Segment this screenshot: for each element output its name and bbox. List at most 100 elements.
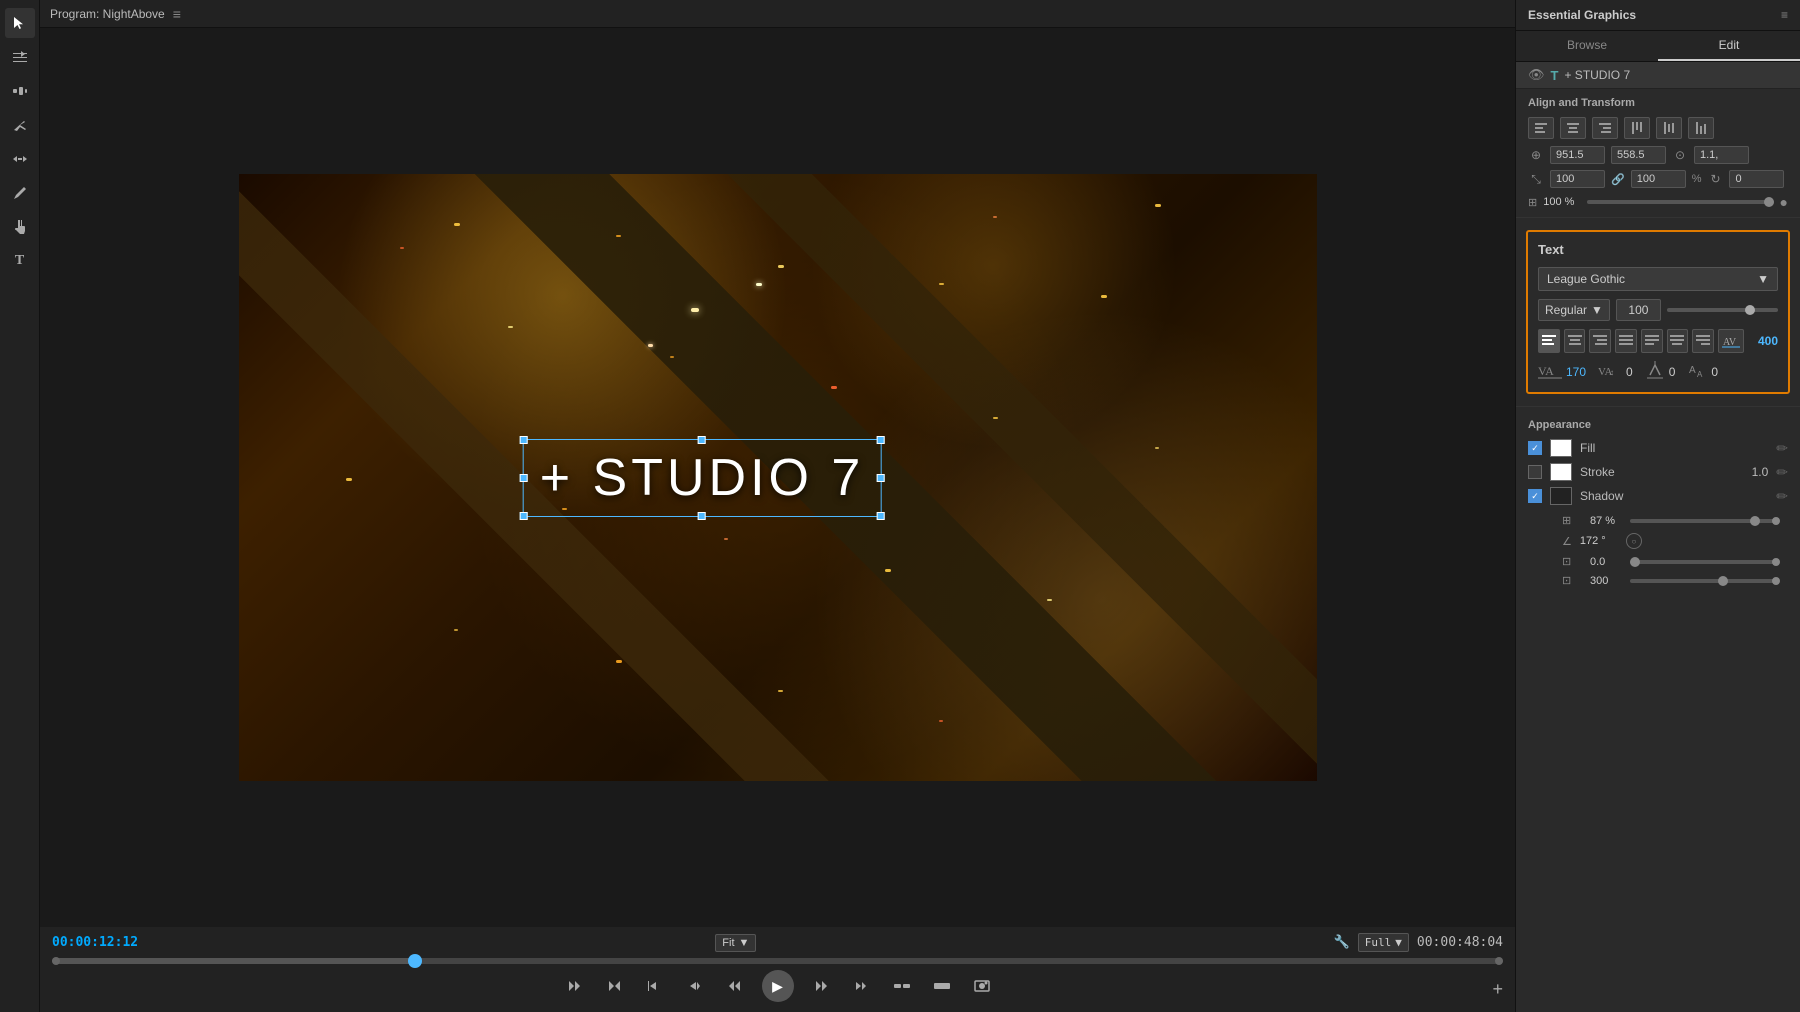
shadow-color-swatch[interactable] bbox=[1550, 487, 1572, 505]
fill-edit-icon[interactable]: ✏ bbox=[1776, 440, 1788, 457]
select-tool[interactable] bbox=[5, 8, 35, 38]
mark-in-clip-btn[interactable] bbox=[642, 974, 666, 998]
justify-right-btn[interactable] bbox=[1692, 329, 1714, 353]
align-center-text-btn[interactable] bbox=[1564, 329, 1586, 353]
align-right-btn[interactable] bbox=[1592, 117, 1618, 139]
position-x-input[interactable]: 951.5 bbox=[1550, 146, 1605, 164]
text-tool[interactable]: T bbox=[5, 246, 35, 276]
export-frame-btn[interactable] bbox=[970, 974, 994, 998]
font-family-value: League Gothic bbox=[1547, 272, 1625, 286]
shadow-distance-slider[interactable] bbox=[1630, 560, 1776, 564]
shadow-opacity-slider[interactable] bbox=[1630, 519, 1776, 523]
fill-color-swatch[interactable] bbox=[1550, 439, 1572, 457]
justify-text-btn[interactable] bbox=[1615, 329, 1637, 353]
pen-tool[interactable] bbox=[5, 178, 35, 208]
justify-center-btn[interactable] bbox=[1667, 329, 1689, 353]
shadow-size-slider[interactable] bbox=[1630, 579, 1776, 583]
panel-menu-icon[interactable]: ≡ bbox=[1781, 8, 1788, 22]
handle-tm[interactable] bbox=[698, 436, 706, 444]
go-to-in-btn[interactable] bbox=[682, 974, 706, 998]
font-size-slider[interactable] bbox=[1667, 308, 1778, 312]
handle-br[interactable] bbox=[876, 512, 884, 520]
font-size-thumb[interactable] bbox=[1745, 305, 1755, 315]
layer-item[interactable]: 👁 T + STUDIO 7 bbox=[1516, 62, 1800, 89]
mark-in-btn[interactable] bbox=[562, 974, 586, 998]
opacity-thumb[interactable] bbox=[1764, 197, 1774, 207]
stroke-row: Stroke 1.0 ✏ bbox=[1528, 463, 1788, 481]
ripple-tool[interactable] bbox=[5, 76, 35, 106]
play-btn[interactable]: ▶ bbox=[762, 970, 794, 1002]
align-center-h-btn[interactable] bbox=[1560, 117, 1586, 139]
position-row: ⊕ 951.5 558.5 ⊙ 1.1, bbox=[1516, 143, 1800, 167]
razor-tool[interactable] bbox=[5, 110, 35, 140]
rotation-input[interactable]: 0 bbox=[1729, 170, 1784, 188]
shadow-size-icon: ⊡ bbox=[1562, 574, 1582, 587]
settings-icon[interactable]: 🔧 bbox=[1334, 935, 1350, 950]
go-to-out-btn[interactable] bbox=[850, 974, 874, 998]
handle-bm[interactable] bbox=[698, 512, 706, 520]
add-button[interactable]: + bbox=[1492, 979, 1503, 1000]
stroke-edit-icon[interactable]: ✏ bbox=[1776, 464, 1788, 481]
handle-tl[interactable] bbox=[520, 436, 528, 444]
monitor-menu-icon[interactable]: ≡ bbox=[173, 6, 181, 22]
justify-left-btn[interactable] bbox=[1641, 329, 1663, 353]
angle-dial-icon[interactable]: ○ bbox=[1626, 533, 1642, 549]
full-dropdown[interactable]: Full ▼ bbox=[1358, 933, 1409, 952]
align-left-btn[interactable] bbox=[1528, 117, 1554, 139]
stroke-checkbox[interactable] bbox=[1528, 465, 1542, 479]
playback-buttons: ▶ bbox=[40, 966, 1515, 1008]
kerning-pairs-value[interactable]: 0 bbox=[1626, 365, 1633, 379]
font-style-dropdown[interactable]: Regular ▼ bbox=[1538, 299, 1610, 321]
kerning-value[interactable]: 170 bbox=[1566, 365, 1586, 379]
align-center-v-btn[interactable] bbox=[1656, 117, 1682, 139]
anchor-x-input[interactable]: 1.1, bbox=[1694, 146, 1749, 164]
position-y-input[interactable]: 558.5 bbox=[1611, 146, 1666, 164]
tracking-value[interactable]: 400 bbox=[1748, 334, 1778, 348]
text-content[interactable]: + STUDIO 7 bbox=[540, 448, 865, 508]
hand-tool[interactable] bbox=[5, 212, 35, 242]
kerning-pairs-icon: VA ↕ bbox=[1598, 361, 1622, 382]
stroke-color-swatch[interactable] bbox=[1550, 463, 1572, 481]
timeline-track[interactable] bbox=[52, 958, 1503, 964]
tsf-value[interactable]: 0 bbox=[1711, 365, 1718, 379]
opacity-slider[interactable] bbox=[1587, 200, 1773, 204]
handle-ml[interactable] bbox=[520, 474, 528, 482]
align-left-text-btn[interactable] bbox=[1538, 329, 1560, 353]
slip-tool[interactable] bbox=[5, 144, 35, 174]
left-toolbar: T bbox=[0, 0, 40, 1012]
shadow-opacity-thumb[interactable] bbox=[1750, 516, 1760, 526]
text-overlay[interactable]: + STUDIO 7 bbox=[523, 439, 882, 517]
shadow-checkbox[interactable] bbox=[1528, 489, 1542, 503]
handle-bl[interactable] bbox=[520, 512, 528, 520]
shadow-size-thumb[interactable] bbox=[1718, 576, 1728, 586]
shadow-angle-value[interactable]: 172 ° bbox=[1580, 535, 1618, 547]
tab-browse[interactable]: Browse bbox=[1516, 31, 1658, 61]
timecode-current[interactable]: 00:00:12:12 bbox=[52, 935, 138, 950]
shadow-size-row: ⊡ 300 bbox=[1528, 571, 1788, 590]
overwrite-btn[interactable] bbox=[930, 974, 954, 998]
handle-tr[interactable] bbox=[876, 436, 884, 444]
fill-checkbox[interactable] bbox=[1528, 441, 1542, 455]
mark-out-btn[interactable] bbox=[602, 974, 626, 998]
align-right-text-btn[interactable] bbox=[1589, 329, 1611, 353]
tab-edit[interactable]: Edit bbox=[1658, 31, 1800, 61]
baseline-value[interactable]: 0 bbox=[1669, 365, 1676, 379]
align-transform-title: Align and Transform bbox=[1516, 89, 1800, 113]
layer-visibility-icon[interactable]: 👁 bbox=[1528, 67, 1545, 83]
scale-y-input[interactable]: 100 bbox=[1631, 170, 1686, 188]
scale-x-input[interactable]: 100 bbox=[1550, 170, 1605, 188]
insert-btn[interactable] bbox=[890, 974, 914, 998]
step-back-btn[interactable] bbox=[722, 974, 746, 998]
opacity-icon: ⊞ bbox=[1528, 196, 1537, 209]
font-family-dropdown[interactable]: League Gothic ▼ bbox=[1538, 267, 1778, 291]
shadow-distance-thumb[interactable] bbox=[1630, 557, 1640, 567]
fit-dropdown[interactable]: Fit ▼ bbox=[715, 934, 756, 952]
align-bottom-btn[interactable] bbox=[1688, 117, 1714, 139]
align-top-btn[interactable] bbox=[1624, 117, 1650, 139]
shadow-edit-icon[interactable]: ✏ bbox=[1776, 488, 1788, 505]
track-select-tool[interactable] bbox=[5, 42, 35, 72]
main-area: Program: NightAbove ≡ bbox=[40, 0, 1515, 1012]
step-fwd-btn[interactable] bbox=[810, 974, 834, 998]
handle-mr[interactable] bbox=[876, 474, 884, 482]
font-size-input[interactable]: 100 bbox=[1616, 299, 1661, 321]
